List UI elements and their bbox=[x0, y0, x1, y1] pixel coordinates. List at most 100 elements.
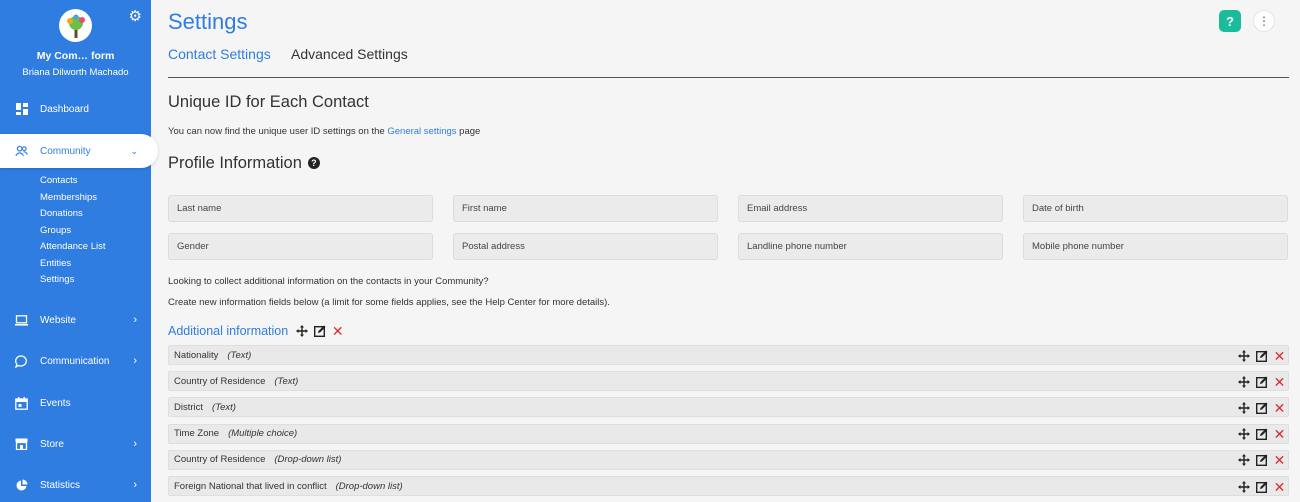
delete-icon[interactable]: ✕ bbox=[1273, 375, 1286, 389]
chevron-right-icon: › bbox=[133, 438, 137, 450]
sidebar-item-website[interactable]: Website › bbox=[0, 303, 151, 337]
additional-field-row[interactable]: Country of Residence (Text) ✕ bbox=[168, 371, 1289, 392]
edit-icon[interactable] bbox=[1255, 454, 1268, 467]
tab-advanced-settings[interactable]: Advanced Settings bbox=[291, 46, 408, 62]
delete-icon[interactable]: ✕ bbox=[1273, 349, 1286, 363]
sidebar-item-store[interactable]: Store › bbox=[0, 427, 151, 461]
calendar-icon bbox=[15, 396, 28, 410]
general-settings-link[interactable]: General settings bbox=[387, 126, 456, 137]
unique-id-text-before: You can now find the unique user ID sett… bbox=[168, 126, 388, 137]
sidebar-subitem-contacts[interactable]: Contacts bbox=[40, 175, 78, 186]
field-type: (Text) bbox=[212, 401, 236, 413]
edit-icon[interactable] bbox=[313, 325, 326, 338]
page-title: Settings bbox=[168, 9, 248, 34]
sidebar-item-communication[interactable]: Communication › bbox=[0, 344, 151, 378]
move-icon[interactable] bbox=[1237, 349, 1250, 362]
pie-chart-icon bbox=[15, 479, 28, 492]
additional-field-row[interactable]: District (Text) ✕ bbox=[168, 397, 1289, 418]
more-options-icon[interactable]: ⋮ bbox=[1253, 10, 1275, 32]
sidebar-item-statistics[interactable]: Statistics › bbox=[0, 468, 151, 502]
sidebar-subitem-donations[interactable]: Donations bbox=[40, 208, 83, 219]
field-email-address[interactable]: Email address bbox=[738, 195, 1003, 222]
sidebar-subitem-attendance-list[interactable]: Attendance List bbox=[40, 241, 106, 252]
move-icon[interactable] bbox=[1237, 480, 1250, 493]
move-icon[interactable] bbox=[1237, 428, 1250, 441]
tab-contact-settings[interactable]: Contact Settings bbox=[168, 46, 271, 62]
field-gender[interactable]: Gender bbox=[168, 233, 433, 260]
user-name: Briana Dilworth Machado bbox=[22, 67, 129, 78]
field-mobile-phone[interactable]: Mobile phone number bbox=[1023, 233, 1288, 260]
field-type: (Text) bbox=[274, 375, 299, 387]
organization-logo[interactable] bbox=[59, 9, 92, 42]
profile-heading-text: Profile Information bbox=[168, 154, 302, 172]
field-type: (Text) bbox=[227, 349, 252, 361]
chevron-right-icon: › bbox=[133, 479, 137, 491]
sidebar-item-events[interactable]: Events bbox=[0, 386, 151, 420]
additional-field-row[interactable]: Foreign National that lived in conflict (… bbox=[168, 476, 1289, 496]
edit-icon[interactable] bbox=[1255, 428, 1268, 441]
row-actions: ✕ bbox=[1232, 375, 1286, 389]
sidebar-item-label: Dashboard bbox=[40, 103, 89, 115]
community-icon bbox=[15, 145, 28, 158]
tab-divider bbox=[168, 77, 1289, 78]
chevron-right-icon: › bbox=[133, 314, 137, 326]
sidebar-item-label: Community bbox=[40, 145, 91, 157]
gear-icon[interactable]: ⚙ bbox=[129, 7, 142, 25]
field-last-name[interactable]: Last name bbox=[168, 195, 433, 222]
sidebar-subitem-memberships[interactable]: Memberships bbox=[40, 192, 97, 203]
field-name: Foreign National that lived in conflict bbox=[174, 480, 327, 492]
chevron-right-icon: › bbox=[133, 355, 137, 367]
field-date-of-birth[interactable]: Date of birth bbox=[1023, 195, 1288, 222]
sidebar-item-label: Events bbox=[40, 397, 71, 409]
sidebar-item-dashboard[interactable]: Dashboard bbox=[0, 92, 151, 126]
row-actions: ✕ bbox=[1232, 427, 1286, 441]
delete-icon[interactable]: ✕ bbox=[1273, 480, 1286, 494]
organization-name: My Com… form bbox=[36, 50, 115, 62]
sidebar-header: ⚙ My Com… form Briana Dilworth Machado bbox=[0, 0, 151, 92]
additional-field-row[interactable]: Nationality (Text) ✕ bbox=[168, 345, 1289, 365]
profile-information-heading: Profile Information? bbox=[168, 154, 320, 173]
delete-icon[interactable]: ✕ bbox=[331, 324, 344, 338]
field-name: Nationality bbox=[174, 349, 219, 361]
edit-icon[interactable] bbox=[1255, 401, 1268, 414]
move-icon[interactable] bbox=[1237, 401, 1250, 414]
additional-field-row[interactable]: Country of Residence (Drop-down list) ✕ bbox=[168, 449, 1289, 470]
additional-information-header: Additional information ✕ bbox=[168, 324, 344, 338]
sidebar-subitem-settings[interactable]: Settings bbox=[40, 274, 74, 285]
field-type: (Multiple choice) bbox=[228, 428, 298, 440]
move-icon[interactable] bbox=[1237, 375, 1250, 388]
additional-information-title[interactable]: Additional information bbox=[168, 324, 288, 338]
info-text-line-1: Looking to collect additional informatio… bbox=[168, 276, 489, 287]
row-actions: ✕ bbox=[1232, 453, 1286, 467]
field-name: Time Zone bbox=[174, 428, 220, 440]
sidebar-subitem-groups[interactable]: Groups bbox=[40, 225, 71, 236]
delete-icon[interactable]: ✕ bbox=[1273, 401, 1286, 415]
delete-icon[interactable]: ✕ bbox=[1273, 453, 1286, 467]
field-name: Country of Residence bbox=[174, 454, 266, 466]
row-actions: ✕ bbox=[1232, 349, 1286, 363]
sidebar: ⚙ My Com… form Briana Dilworth Machado D… bbox=[0, 0, 158, 502]
sidebar-subitem-entities[interactable]: Entities bbox=[40, 258, 71, 269]
edit-icon[interactable] bbox=[1255, 375, 1268, 388]
field-landline-phone[interactable]: Landline phone number bbox=[738, 233, 1003, 260]
field-type: (Drop-down list) bbox=[335, 480, 403, 492]
field-postal-address[interactable]: Postal address bbox=[453, 233, 718, 260]
field-type: (Drop-down list) bbox=[274, 454, 342, 466]
delete-icon[interactable]: ✕ bbox=[1273, 427, 1286, 441]
unique-id-text: You can now find the unique user ID sett… bbox=[168, 126, 480, 137]
help-icon[interactable]: ? bbox=[307, 157, 320, 169]
move-icon[interactable] bbox=[1237, 454, 1250, 467]
row-actions: ✕ bbox=[1232, 401, 1286, 415]
edit-icon[interactable] bbox=[1255, 349, 1268, 362]
unique-id-heading: Unique ID for Each Contact bbox=[168, 93, 369, 111]
help-button[interactable]: ? bbox=[1219, 10, 1241, 32]
edit-icon[interactable] bbox=[1255, 480, 1268, 493]
dashboard-icon bbox=[15, 103, 28, 116]
move-icon[interactable] bbox=[295, 325, 308, 338]
sidebar-item-label: Website bbox=[40, 314, 76, 326]
chat-icon bbox=[15, 354, 28, 368]
additional-field-row[interactable]: Time Zone (Multiple choice) ✕ bbox=[168, 423, 1289, 444]
chevron-down-icon: ⌄ bbox=[130, 145, 138, 156]
field-first-name[interactable]: First name bbox=[453, 195, 718, 222]
sidebar-item-community[interactable]: Community ⌄ bbox=[0, 134, 158, 168]
